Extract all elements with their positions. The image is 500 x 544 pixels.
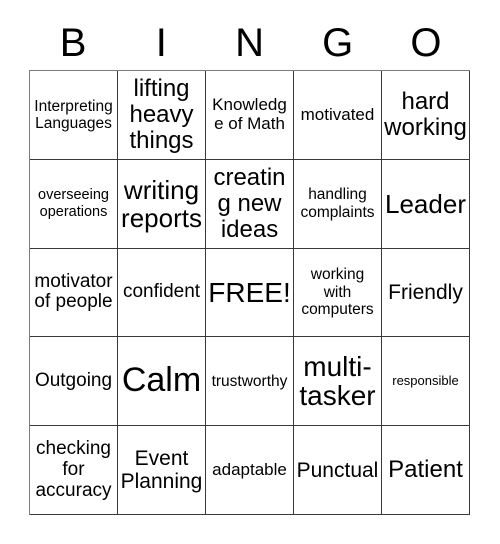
bingo-cell-label: writing reports: [121, 174, 202, 233]
bingo-cell-label: trustworthy: [211, 372, 288, 390]
bingo-cell[interactable]: working with computers: [294, 248, 382, 338]
bingo-cell-label: Friendly: [388, 280, 463, 304]
bingo-cell[interactable]: overseeing operations: [30, 159, 118, 249]
bingo-cell-label: handling complaints: [300, 186, 375, 221]
bingo-grid: Interpreting Languages lifting heavy thi…: [29, 70, 470, 515]
bingo-cell-label: overseeing operations: [38, 187, 109, 220]
bingo-cell-label: Calm: [121, 361, 202, 400]
bingo-cell-free[interactable]: FREE!: [206, 248, 294, 338]
bingo-cell[interactable]: trustworthy: [206, 337, 294, 427]
bingo-cell[interactable]: Outgoing: [30, 337, 118, 427]
bingo-cell-label: multi-tasker: [299, 350, 376, 412]
bingo-cell[interactable]: Leader: [382, 159, 470, 249]
bingo-cell[interactable]: creating new ideas: [206, 159, 294, 249]
bingo-cell[interactable]: responsible: [382, 337, 470, 427]
bingo-cell-label: motivator of people: [34, 270, 113, 313]
bingo-header-letter-o: O: [410, 21, 442, 65]
bingo-cell-label: working with computers: [301, 266, 374, 319]
bingo-cell-label: lifting heavy things: [129, 75, 194, 154]
bingo-header: B I N G O: [29, 16, 470, 70]
bingo-cell-label: Knowledge of Math: [212, 95, 287, 133]
bingo-cell[interactable]: writing reports: [118, 159, 206, 249]
bingo-cell-label: Leader: [385, 188, 466, 219]
bingo-cell-label: adaptable: [212, 459, 287, 479]
bingo-cell[interactable]: lifting heavy things: [118, 71, 206, 160]
bingo-cell[interactable]: Patient: [382, 426, 470, 515]
bingo-header-letter-n: N: [235, 21, 264, 65]
bingo-cell-label: responsible: [392, 373, 459, 389]
bingo-cell[interactable]: multi-tasker: [294, 337, 382, 427]
bingo-header-letter-g: G: [322, 21, 354, 65]
bingo-cell-label: Punctual: [296, 458, 379, 482]
bingo-cell-label: Interpreting Languages: [34, 97, 113, 132]
bingo-cell-label: motivated: [300, 104, 375, 124]
bingo-cell[interactable]: Interpreting Languages: [30, 71, 118, 160]
bingo-cell[interactable]: confident: [118, 248, 206, 338]
bingo-cell[interactable]: hard working: [382, 71, 470, 160]
bingo-cell-label: confident: [122, 281, 201, 303]
bingo-cell[interactable]: motivator of people: [30, 248, 118, 338]
bingo-cell-label: checking for accuracy: [35, 437, 112, 501]
bingo-cell[interactable]: Friendly: [382, 248, 470, 338]
bingo-cell-label: Event Planning: [120, 447, 203, 494]
bingo-cell-label: creating new ideas: [213, 163, 286, 243]
bingo-cell-label: Outgoing: [34, 369, 113, 391]
bingo-cell-label: hard working: [384, 87, 467, 141]
bingo-card: B I N G O Interpreting Languages lifting…: [0, 0, 500, 544]
bingo-cell[interactable]: adaptable: [206, 426, 294, 515]
bingo-header-letter-b: B: [59, 21, 87, 65]
bingo-cell[interactable]: Knowledge of Math: [206, 71, 294, 160]
bingo-cell[interactable]: Punctual: [294, 426, 382, 515]
bingo-cell[interactable]: handling complaints: [294, 159, 382, 249]
bingo-cell-label: Patient: [388, 456, 463, 484]
bingo-header-letter-i: I: [155, 21, 167, 65]
bingo-cell[interactable]: motivated: [294, 71, 382, 160]
bingo-cell[interactable]: Event Planning: [118, 426, 206, 515]
bingo-cell[interactable]: Calm: [118, 337, 206, 427]
bingo-cell[interactable]: checking for accuracy: [30, 426, 118, 515]
bingo-cell-label: FREE!: [208, 276, 291, 308]
